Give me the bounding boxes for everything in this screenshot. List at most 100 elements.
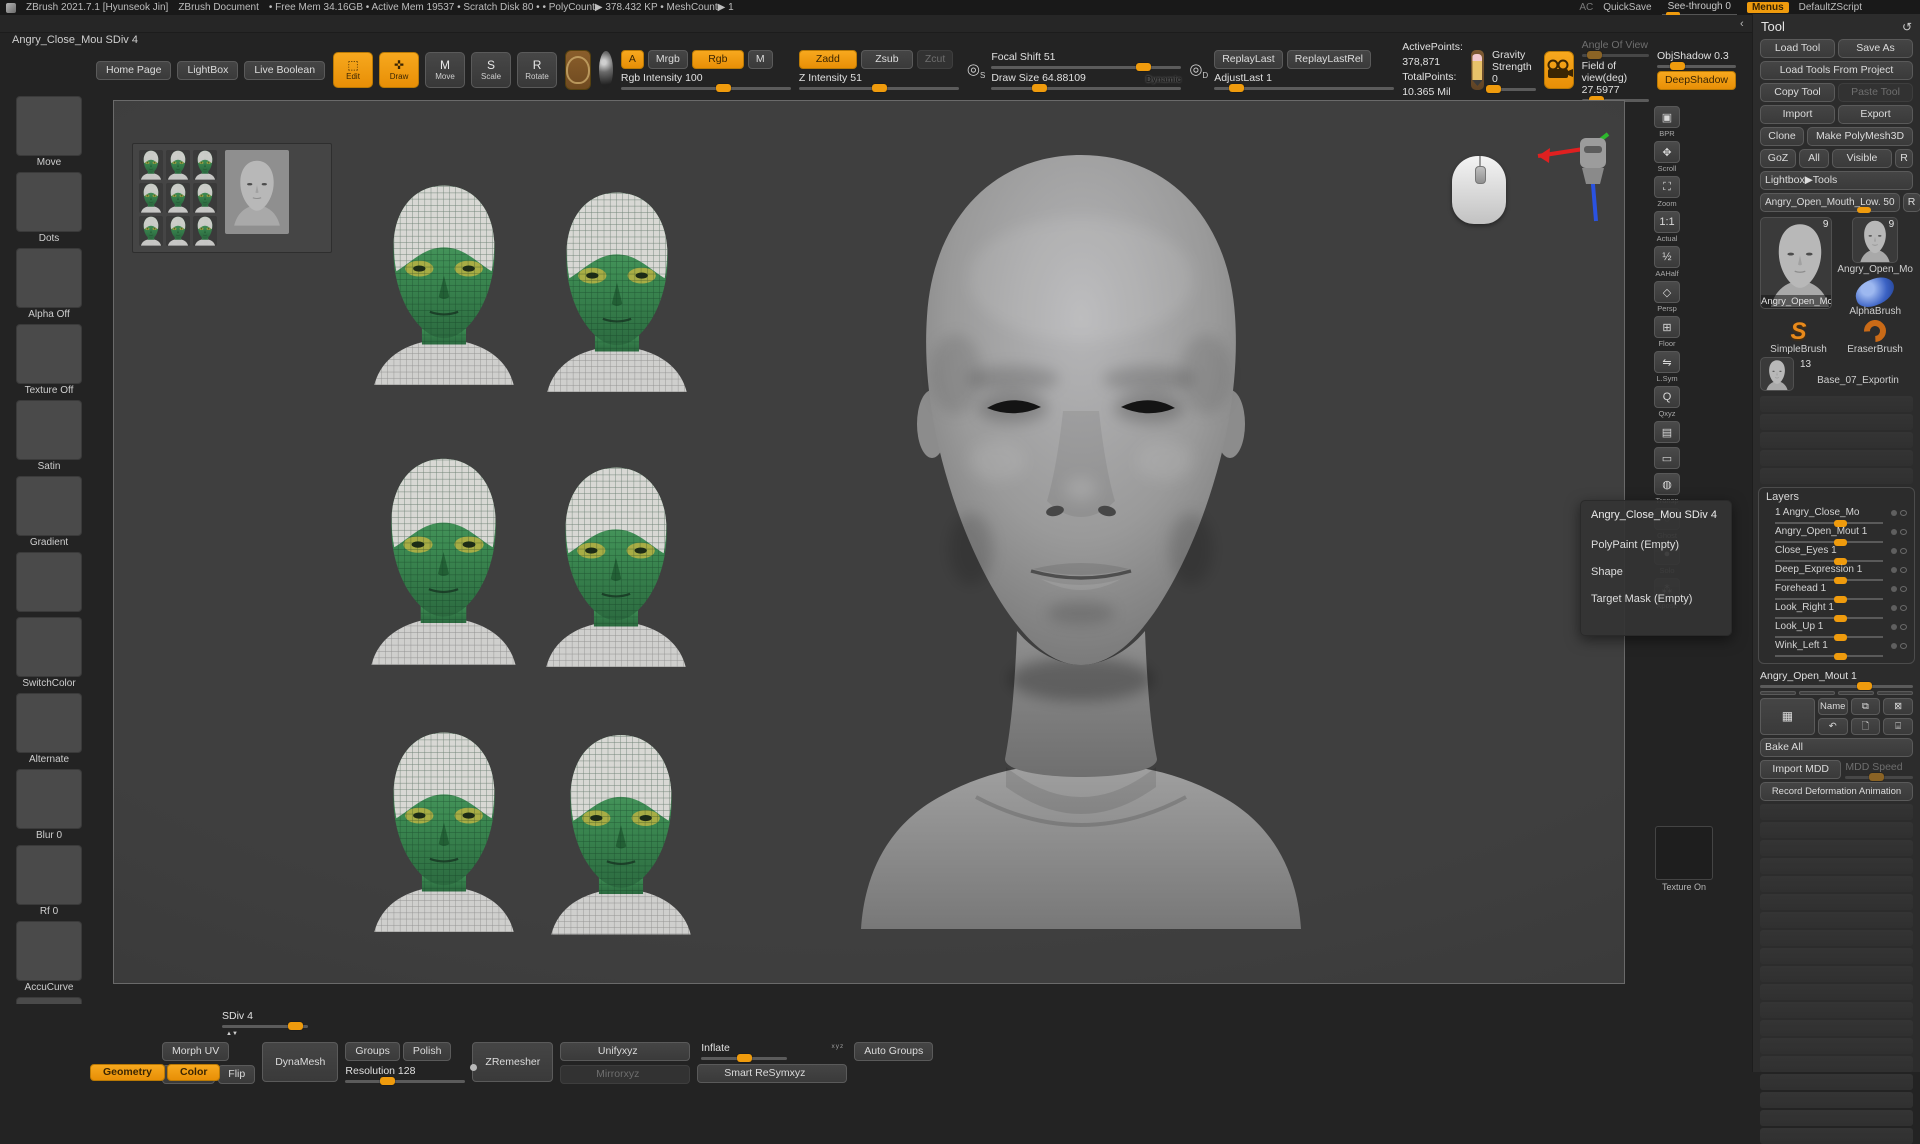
right-shelf-icon[interactable]: Q xyxy=(1654,386,1680,408)
z-intensity-handle[interactable] xyxy=(872,84,887,92)
wireframe-head-4[interactable] xyxy=(541,441,691,691)
see-through-slider[interactable]: See-through 0 xyxy=(1662,1,1737,15)
zadd-button[interactable]: Zadd xyxy=(799,50,857,69)
right-shelf-icon[interactable]: ▭ xyxy=(1654,447,1680,469)
layer-name-button[interactable]: Name xyxy=(1818,698,1848,715)
right-shelf-icon[interactable]: ⛶ xyxy=(1654,176,1680,198)
layer-name[interactable]: Look_Up 1 xyxy=(1775,621,1906,632)
quicksave-button[interactable]: QuickSave xyxy=(1603,2,1651,13)
resolution-slider[interactable]: Resolution 128 xyxy=(345,1065,465,1083)
angle-of-view-slider[interactable]: Angle Of View xyxy=(1582,39,1649,57)
current-material-sphere[interactable] xyxy=(599,51,613,89)
expression-thumbnail[interactable] xyxy=(166,183,190,213)
m-button[interactable]: M xyxy=(748,50,773,69)
tray-item-thumbnail[interactable] xyxy=(16,96,82,156)
menu-item[interactable] xyxy=(18,23,32,25)
move-button[interactable]: M Move xyxy=(425,52,465,88)
document-canvas[interactable] xyxy=(113,100,1625,984)
menu-item[interactable] xyxy=(450,23,464,25)
export-button[interactable]: Export xyxy=(1838,105,1913,124)
layer-eye-icon[interactable] xyxy=(1900,510,1907,516)
bake-all-button[interactable]: Bake All xyxy=(1760,738,1913,757)
gravity-strength-handle[interactable] xyxy=(1486,85,1501,93)
tool-section[interactable] xyxy=(1760,468,1913,484)
load-tools-from-project-button[interactable]: Load Tools From Project xyxy=(1760,61,1913,80)
tool-section[interactable] xyxy=(1760,966,1913,982)
rgb-intensity-handle[interactable] xyxy=(716,84,731,92)
wireframe-head-5[interactable] xyxy=(369,701,519,961)
alphabrush-icon[interactable] xyxy=(1852,273,1898,310)
right-shelf-icon[interactable]: ½ xyxy=(1654,246,1680,268)
draw-size-handle[interactable] xyxy=(1032,84,1047,92)
right-shelf-icon[interactable]: ⇋ xyxy=(1654,351,1680,373)
menu-item[interactable] xyxy=(252,23,266,25)
layer-name[interactable]: Wink_Left 1 xyxy=(1775,640,1906,651)
tool-section[interactable] xyxy=(1760,1110,1913,1126)
lightbox-button[interactable]: LightBox xyxy=(177,61,238,80)
mirror-button[interactable]: Mirror xyz xyxy=(560,1065,690,1084)
menus-button[interactable]: Menus xyxy=(1747,2,1789,13)
texture-toggle[interactable]: Texture On xyxy=(1646,826,1722,892)
right-shelf-button[interactable]: ▣ BPR xyxy=(1654,106,1680,138)
tool-section[interactable] xyxy=(1760,984,1913,1000)
mrgb-button[interactable]: Mrgb xyxy=(648,50,688,69)
layer-intensity-slider[interactable] xyxy=(1775,522,1883,524)
tool-section[interactable] xyxy=(1760,1002,1913,1018)
fov-slider[interactable]: Field of view(deg) 27.5977 xyxy=(1582,60,1649,102)
right-shelf-button[interactable]: 1:1 Actual xyxy=(1654,211,1680,243)
menu-item[interactable] xyxy=(72,23,86,25)
active-tool-handle[interactable] xyxy=(1857,207,1871,213)
dynamic-label[interactable]: Dynamic xyxy=(1146,74,1181,84)
tray-item[interactable]: FillObject xyxy=(9,997,89,1004)
popup-menu-item[interactable]: Target Mask (Empty) xyxy=(1591,585,1721,612)
tool-section[interactable] xyxy=(1760,894,1913,910)
dynamesh-button[interactable]: DynaMesh xyxy=(262,1042,338,1082)
focal-shift-handle[interactable] xyxy=(1136,63,1151,71)
menu-item[interactable] xyxy=(378,23,392,25)
layer-intensity-slider[interactable] xyxy=(1775,655,1883,657)
selected-layer-handle[interactable] xyxy=(1857,682,1872,690)
popup-menu-item[interactable]: Shape xyxy=(1591,558,1721,585)
expression-thumbnail[interactable] xyxy=(193,150,217,180)
right-shelf-button[interactable]: ½ AAHalf xyxy=(1654,246,1680,278)
paste-tool-button[interactable]: Paste Tool xyxy=(1838,83,1913,102)
wireframe-head-3[interactable] xyxy=(366,433,521,688)
zremesher-button[interactable]: ZRemesher xyxy=(472,1042,553,1082)
right-shelf-button[interactable]: ✥ Scroll xyxy=(1654,141,1680,173)
layer-move-button[interactable] xyxy=(1760,691,1796,695)
tray-item-thumbnail[interactable] xyxy=(16,552,82,612)
live-boolean-button[interactable]: Live Boolean xyxy=(244,61,325,80)
tool-section[interactable] xyxy=(1760,822,1913,838)
inflate-slider[interactable]: Inflate xyz xyxy=(697,1042,847,1060)
tool-section[interactable] xyxy=(1760,1128,1913,1144)
geometry-tab[interactable]: Geometry xyxy=(90,1064,165,1081)
tray-item[interactable]: AccuCurve xyxy=(9,921,89,993)
rgb-intensity-slider[interactable]: Rgb Intensity 100 xyxy=(621,72,791,90)
menu-item[interactable] xyxy=(216,23,230,25)
reference-thumbnails-panel[interactable] xyxy=(132,143,332,253)
expression-thumbnail[interactable] xyxy=(193,216,217,246)
clone-button[interactable]: Clone xyxy=(1760,127,1804,146)
layer-eye-icon[interactable] xyxy=(1900,605,1907,611)
expression-thumbnail[interactable] xyxy=(166,150,190,180)
tool-section[interactable] xyxy=(1760,840,1913,856)
menu-item[interactable] xyxy=(108,23,122,25)
layer-record-icon[interactable] xyxy=(1891,510,1897,516)
rotate-button[interactable]: R Rotate xyxy=(517,52,557,88)
replay-icon[interactable]: ◎D xyxy=(1189,60,1208,80)
tray-item[interactable]: Gradient xyxy=(9,476,89,548)
stroke-icon[interactable]: ◎S xyxy=(967,60,985,80)
layer-intensity-slider[interactable] xyxy=(1775,636,1883,638)
tray-item-thumbnail[interactable] xyxy=(16,324,82,384)
menu-item[interactable] xyxy=(234,23,248,25)
copy-tool-button[interactable]: Copy Tool xyxy=(1760,83,1835,102)
morph-uv-button[interactable]: Morph UV xyxy=(162,1042,229,1061)
texture-thumbnail[interactable] xyxy=(1655,826,1713,880)
smart-resym-button[interactable]: Smart ReSym xyz xyxy=(697,1064,847,1083)
right-shelf-icon[interactable]: ✥ xyxy=(1654,141,1680,163)
import-button[interactable]: Import xyxy=(1760,105,1835,124)
right-shelf-button[interactable]: Q Qxyz xyxy=(1654,386,1680,418)
edit-button[interactable]: ⬚ Edit xyxy=(333,52,373,88)
menu-item[interactable] xyxy=(54,23,68,25)
unify-button[interactable]: Unify xyz xyxy=(560,1042,690,1061)
